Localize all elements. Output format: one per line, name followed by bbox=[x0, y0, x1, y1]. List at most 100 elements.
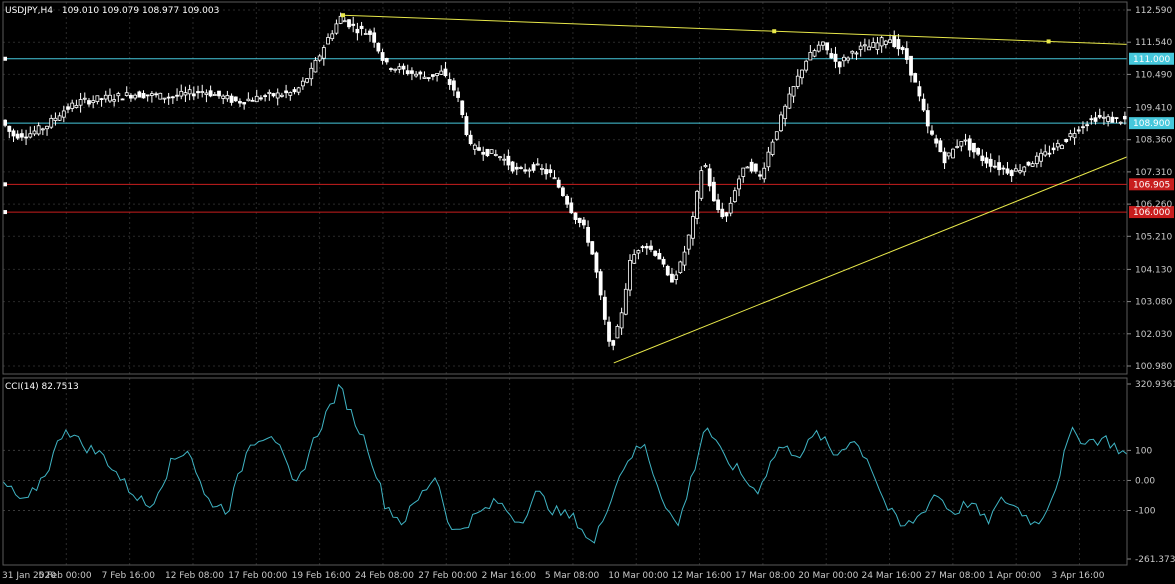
bull-candle bbox=[342, 20, 347, 23]
bull-candle bbox=[879, 37, 884, 47]
bear-candle bbox=[99, 98, 104, 100]
bull-candle bbox=[686, 234, 691, 250]
bear-candle bbox=[992, 165, 997, 168]
bear-candle bbox=[464, 116, 469, 135]
bear-candle bbox=[196, 91, 200, 94]
bull-candle bbox=[691, 216, 695, 239]
bull-candle bbox=[770, 141, 775, 155]
bear-candle bbox=[259, 97, 263, 100]
bear-candle bbox=[3, 119, 7, 126]
bear-candle bbox=[644, 245, 649, 249]
bear-candle bbox=[87, 100, 91, 105]
bear-candle bbox=[711, 181, 716, 202]
bull-candle bbox=[363, 33, 368, 35]
bull-candle bbox=[888, 39, 892, 44]
time-axis-label: 12 Mar 16:00 bbox=[672, 571, 732, 581]
bull-candle bbox=[1072, 133, 1077, 139]
bear-candle bbox=[15, 133, 20, 139]
chart-header: USDJPY,H4 109.010 109.079 108.977 109.00… bbox=[5, 6, 219, 16]
bear-candle bbox=[460, 100, 465, 116]
bull-candle bbox=[883, 40, 888, 45]
bull-candle bbox=[774, 131, 779, 140]
bear-candle bbox=[556, 179, 561, 188]
bull-candle bbox=[334, 23, 339, 34]
bull-candle bbox=[288, 92, 293, 96]
level-price-label: 106.905 bbox=[1133, 180, 1170, 190]
time-axis-label: 24 Feb 08:00 bbox=[355, 571, 414, 581]
bull-candle bbox=[783, 105, 788, 120]
bear-candle bbox=[242, 102, 247, 105]
bear-candle bbox=[451, 80, 456, 91]
bull-candle bbox=[187, 89, 192, 95]
bull-candle bbox=[791, 86, 796, 97]
bull-candle bbox=[682, 251, 687, 266]
bull-candle bbox=[1022, 166, 1027, 173]
bear-candle bbox=[519, 167, 523, 169]
bear-candle bbox=[401, 65, 406, 70]
bull-candle bbox=[821, 41, 825, 46]
bear-candle bbox=[825, 42, 830, 51]
bear-candle bbox=[359, 25, 364, 29]
bear-candle bbox=[657, 253, 662, 260]
bull-candle bbox=[309, 67, 314, 80]
bear-candle bbox=[1026, 161, 1031, 166]
bear-candle bbox=[569, 202, 574, 214]
bear-candle bbox=[988, 158, 993, 167]
bear-candle bbox=[1064, 139, 1069, 142]
bear-candle bbox=[896, 39, 901, 50]
bull-candle bbox=[53, 117, 58, 121]
bull-candle bbox=[674, 274, 679, 280]
bear-candle bbox=[137, 91, 142, 98]
price-axis-label: 107.310 bbox=[1135, 168, 1172, 178]
bear-candle bbox=[485, 148, 490, 157]
bear-candle bbox=[443, 68, 448, 77]
bear-candle bbox=[913, 73, 918, 83]
bull-candle bbox=[330, 33, 335, 40]
bull-candle bbox=[787, 93, 792, 109]
bear-candle bbox=[670, 273, 674, 283]
bull-candle bbox=[963, 139, 968, 142]
bear-candle bbox=[544, 169, 549, 175]
bull-candle bbox=[728, 202, 733, 214]
bull-candle bbox=[1060, 144, 1064, 150]
bull-candle bbox=[1013, 168, 1018, 172]
bear-candle bbox=[1001, 167, 1006, 170]
chart-background bbox=[0, 0, 1175, 584]
bull-candle bbox=[862, 44, 867, 47]
time-axis-label: 12 Feb 08:00 bbox=[165, 571, 224, 581]
bull-candle bbox=[816, 44, 821, 52]
bear-candle bbox=[1076, 129, 1081, 132]
bear-candle bbox=[191, 93, 196, 97]
bear-candle bbox=[925, 110, 930, 127]
trendline-handle bbox=[1046, 39, 1051, 44]
bear-candle bbox=[19, 133, 24, 138]
time-axis-label: 5 Mar 08:00 bbox=[545, 571, 600, 581]
bull-candle bbox=[57, 115, 62, 121]
bear-candle bbox=[531, 164, 536, 171]
bull-candle bbox=[95, 95, 100, 103]
time-axis-label: 27 Feb 00:00 bbox=[418, 571, 477, 581]
bear-candle bbox=[1110, 116, 1115, 123]
bull-candle bbox=[326, 37, 330, 45]
bull-candle bbox=[221, 95, 226, 99]
trendline-handle bbox=[772, 29, 777, 34]
bull-candle bbox=[183, 92, 188, 96]
bull-candle bbox=[552, 177, 557, 180]
bear-candle bbox=[170, 96, 175, 99]
time-axis-label: 24 Mar 16:00 bbox=[862, 571, 922, 581]
bear-candle bbox=[598, 271, 603, 296]
bull-candle bbox=[951, 148, 955, 159]
bear-candle bbox=[430, 74, 435, 77]
bull-candle bbox=[204, 92, 209, 95]
bull-candle bbox=[502, 158, 507, 161]
time-axis-label: 2 Mar 16:00 bbox=[482, 571, 537, 581]
time-axis-label: 3 Apr 16:00 bbox=[1052, 571, 1105, 581]
bull-candle bbox=[275, 92, 280, 99]
bear-candle bbox=[917, 86, 922, 97]
bear-candle bbox=[930, 130, 934, 135]
bear-candle bbox=[892, 35, 897, 48]
bear-candle bbox=[753, 163, 758, 172]
bear-candle bbox=[468, 134, 473, 145]
bear-candle bbox=[590, 241, 595, 255]
bull-candle bbox=[632, 254, 637, 264]
